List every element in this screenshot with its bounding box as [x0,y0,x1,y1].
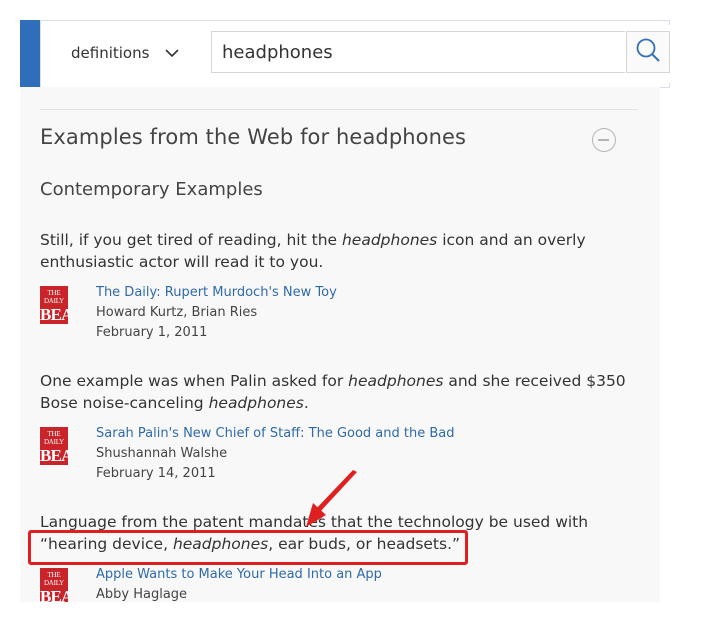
divider [40,109,638,110]
dictionary-select[interactable]: definitions [71,37,179,69]
quote-text: Language from the patent mandates that t… [40,513,589,531]
search-button[interactable] [626,31,670,73]
citation-author: Shushannah Walshe [96,446,228,461]
search-query-text: headphones [222,41,333,63]
search-icon [635,37,661,67]
citation-link[interactable]: Sarah Palin's New Chief of Staff: The Go… [96,426,455,441]
daily-beast-logo: THE DAILY BEAST [40,427,68,465]
example-citation: THE DAILY BEAST Apple Wants to Make Your… [40,568,640,602]
search-box: definitions headphones [40,20,671,88]
example-citation: THE DAILY BEAST The Daily: Rupert Murdoc… [40,285,640,348]
dictionary-select-label: definitions [71,44,150,62]
quote-keyword: headphones [341,231,438,249]
examples-panel: Examples from the Web for headphones Con… [20,87,660,602]
minus-circle-icon[interactable] [592,128,616,152]
example-quote: One example was when Palin asked for hea… [40,370,640,414]
search-bar: definitions headphones [61,25,671,83]
citation-link[interactable]: The Daily: Rupert Murdoch's New Toy [96,285,337,300]
citation-date: February 1, 2011 [96,325,208,340]
page: definitions headphones Examples from the… [0,0,728,617]
example-quote: Still, if you get tired of reading, hit … [40,229,640,273]
section-title: Examples from the Web for headphones [40,125,467,149]
citation-author: Howard Kurtz, Brian Ries [96,305,258,320]
quote-text: Still, if you get tired of reading, hit … [40,231,342,249]
search-header: definitions headphones [20,20,671,88]
quote-text: One example was when Palin asked for [40,372,349,390]
citation-author: Abby Haglage [96,587,188,602]
contemporary-examples-heading: Contemporary Examples [40,179,263,200]
citation-date: February 14, 2011 [96,466,216,481]
daily-beast-logo: THE DAILY BEAST [40,568,68,602]
daily-beast-logo: THE DAILY BEAST [40,286,68,324]
quote-text: . [303,394,309,412]
citation-link[interactable]: Apple Wants to Make Your Head Into an Ap… [96,568,382,582]
search-input[interactable]: headphones [211,31,625,73]
example-citation: THE DAILY BEAST Sarah Palin's New Chief … [40,426,640,489]
chevron-down-icon [165,43,179,62]
quote-keyword: headphones [208,394,304,412]
quote-keyword: headphones [348,372,444,390]
annotation-highlight-box [28,530,468,565]
